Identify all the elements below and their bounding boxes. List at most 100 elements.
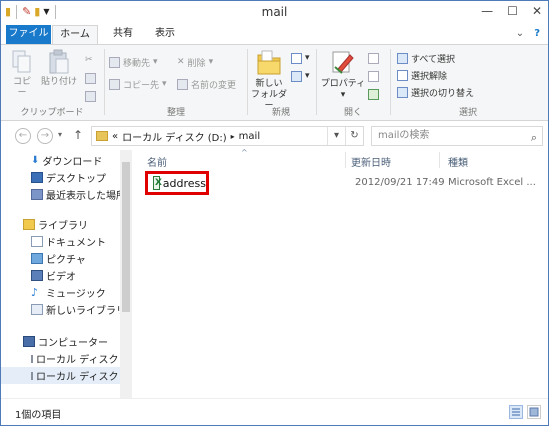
chevron-down-icon: ▾	[153, 57, 158, 67]
column-header-type[interactable]: 種類	[448, 154, 468, 169]
excel-file-icon	[153, 176, 162, 190]
up-arrow-icon[interactable]: ↑	[73, 128, 83, 142]
tab-home[interactable]: ホーム	[52, 25, 98, 44]
nav-item-desktop[interactable]: デスクトップ	[1, 169, 132, 186]
videos-icon	[31, 270, 43, 281]
open-icon[interactable]	[368, 51, 379, 65]
nav-item-drive-d[interactable]: ローカル ディスク (D	[1, 367, 132, 384]
column-divider[interactable]	[345, 152, 346, 168]
breadcrumb-drive[interactable]: ローカル ディスク (D:)	[122, 129, 227, 144]
properties-button[interactable]: プロパティ▾	[320, 49, 366, 101]
tab-share[interactable]: 共有	[105, 25, 141, 44]
large-icons-view-button[interactable]	[527, 405, 541, 419]
nav-item-label: ミュージック	[46, 289, 106, 300]
group-clipboard: コピー 貼り付け ✂ クリップボード	[3, 47, 101, 119]
file-type: Microsoft Excel ...	[448, 177, 536, 188]
details-view-icon	[512, 408, 520, 416]
nav-item-label: ローカル ディスク (C	[36, 355, 132, 366]
move-to-button[interactable]: 移動先 ▾	[109, 55, 158, 69]
ribbon: コピー 貼り付け ✂ クリップボード 移動先 ▾ ✕ 削除 ▾ コピー先 ▾ 名…	[1, 44, 548, 121]
nav-scrollbar-thumb[interactable]	[122, 162, 130, 312]
column-header-date[interactable]: 更新日時	[351, 154, 391, 169]
breadcrumb-mail[interactable]: mail	[239, 131, 260, 142]
move-to-icon	[109, 56, 120, 68]
paste-button[interactable]: 貼り付け	[39, 49, 79, 88]
nav-item-recent-places[interactable]: 最近表示した場所	[1, 186, 132, 203]
nav-item-label: ローカル ディスク (D	[36, 372, 132, 383]
paste-shortcut-icon[interactable]	[85, 89, 96, 103]
chevron-down-icon[interactable]: ▾	[327, 127, 345, 145]
address-bar[interactable]: « ローカル ディスク (D:) ▸ mail ▾ ↻	[91, 126, 364, 146]
edit-icon[interactable]	[368, 69, 379, 83]
delete-label: 削除	[187, 58, 206, 69]
nav-item-pictures[interactable]: ピクチャ	[1, 250, 132, 267]
properties-label: プロパティ	[320, 79, 366, 89]
forward-button[interactable]: →	[37, 128, 53, 144]
copy-to-button[interactable]: コピー先 ▾	[109, 77, 167, 91]
download-icon: ⬇	[31, 155, 40, 166]
column-divider[interactable]	[439, 152, 440, 168]
cut-icon[interactable]: ✂	[85, 53, 93, 67]
nav-item-label: ライブラリ	[38, 221, 88, 232]
refresh-icon[interactable]: ↻	[345, 127, 363, 145]
group-new: 新しい フォルダー ▾ ▾ 新規	[249, 47, 313, 119]
delete-icon: ✕	[177, 57, 185, 67]
file-name-highlight[interactable]: address	[145, 171, 209, 195]
address-chevron[interactable]: «	[112, 131, 118, 142]
rename-icon	[177, 78, 188, 90]
column-header-name[interactable]: 名前	[147, 154, 167, 169]
new-folder-button[interactable]: 新しい フォルダー	[249, 49, 289, 112]
tab-view[interactable]: 表示	[147, 25, 183, 44]
move-to-label: 移動先	[123, 58, 151, 69]
recent-dropdown-icon[interactable]: ▾	[58, 130, 62, 139]
nav-item-drive-c[interactable]: ローカル ディスク (C	[1, 350, 132, 367]
chevron-down-icon: ▾	[162, 79, 167, 89]
help-icon[interactable]: ?	[534, 28, 540, 39]
copy-to-label: コピー先	[123, 80, 160, 91]
history-icon[interactable]	[368, 87, 379, 101]
group-divider	[390, 49, 391, 115]
nav-scrollbar[interactable]	[120, 150, 132, 398]
group-open: プロパティ▾ 開く	[318, 47, 388, 119]
select-none-icon	[397, 69, 408, 81]
rename-button[interactable]: 名前の変更	[177, 77, 236, 91]
nav-item-new-library[interactable]: 新しいライブラリ	[1, 301, 132, 318]
delete-button[interactable]: ✕ 削除 ▾	[177, 55, 213, 69]
folder-icon	[96, 131, 108, 141]
search-icon[interactable]: ⌕	[531, 129, 537, 147]
window-controls: — ☐ ✕	[481, 4, 542, 18]
nav-item-music[interactable]: ♪ ミュージック	[1, 284, 132, 301]
file-date: 2012/09/21 17:49	[355, 177, 445, 188]
search-input[interactable]: mailの検索 ⌕	[371, 126, 543, 146]
nav-item-label: ダウンロード	[42, 157, 103, 168]
copy-path-icon[interactable]	[85, 71, 96, 85]
nav-item-label: ピクチャ	[46, 255, 86, 266]
maximize-icon[interactable]: ☐	[507, 4, 518, 18]
chevron-down-icon[interactable]: ⌄	[516, 28, 524, 39]
back-button[interactable]: ←	[15, 128, 31, 144]
group-select: すべて選択 選択解除 選択の切り替え 選択	[393, 47, 543, 119]
copy-to-icon	[109, 78, 120, 90]
table-row[interactable]: address 2012/09/21 17:49 Microsoft Excel…	[145, 171, 545, 195]
ribbon-tabs: ファイル ホーム 共有 表示 ⌄ ?	[1, 25, 548, 44]
new-item-icon[interactable]: ▾	[291, 51, 310, 65]
group-label-open: 開く	[343, 108, 362, 118]
tab-file[interactable]: ファイル	[6, 25, 51, 44]
details-view-button[interactable]	[509, 405, 523, 419]
select-none-button[interactable]: 選択解除	[397, 68, 447, 82]
invert-selection-button[interactable]: 選択の切り替え	[397, 85, 474, 99]
breadcrumb-separator[interactable]: ▸	[231, 132, 235, 141]
nav-item-computer[interactable]: コンピューター	[1, 333, 132, 350]
nav-item-libraries[interactable]: ライブラリ	[1, 216, 132, 233]
paste-label: 貼り付け	[40, 77, 77, 87]
select-all-button[interactable]: すべて選択	[397, 51, 455, 65]
nav-item-downloads[interactable]: ⬇ ダウンロード	[1, 152, 132, 169]
close-icon[interactable]: ✕	[532, 4, 542, 18]
easy-access-icon[interactable]: ▾	[291, 69, 310, 83]
nav-item-documents[interactable]: ドキュメント	[1, 233, 132, 250]
new-folder-label-1: 新しい	[255, 79, 283, 89]
copy-button[interactable]: コピー	[9, 49, 35, 99]
minimize-icon[interactable]: —	[481, 4, 493, 18]
sort-indicator-icon: ^	[241, 148, 248, 157]
nav-item-videos[interactable]: ビデオ	[1, 267, 132, 284]
